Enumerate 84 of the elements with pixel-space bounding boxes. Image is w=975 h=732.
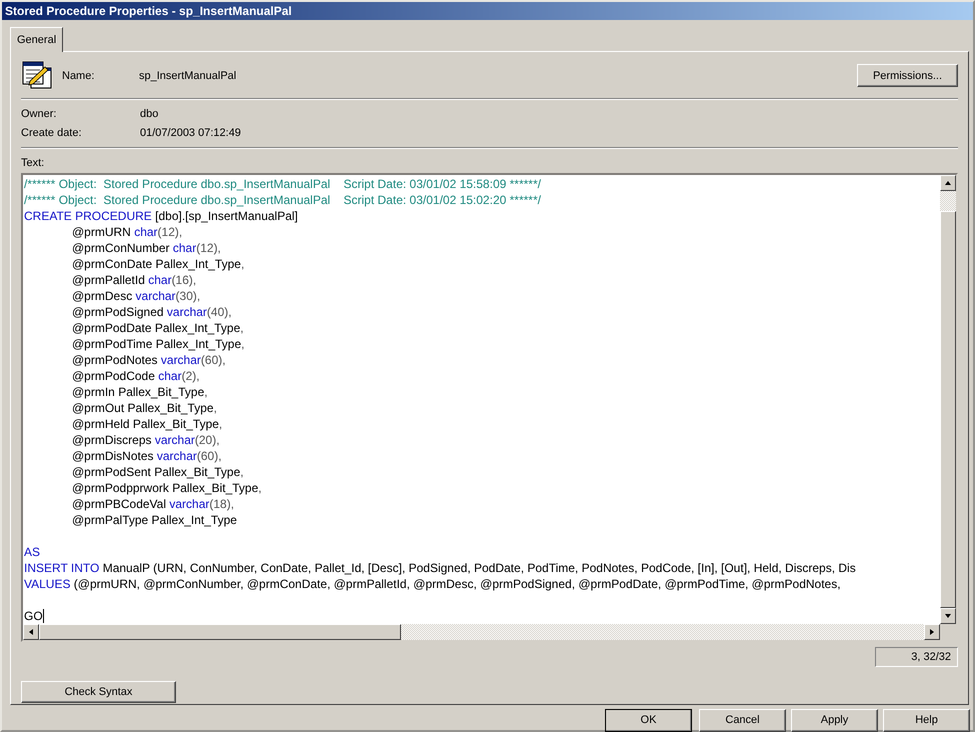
code-keyword: varchar (136, 288, 176, 304)
code-text: @prmConNumber (72, 240, 171, 256)
code-text: , (240, 256, 244, 272)
code-keyword: char (134, 224, 158, 240)
code-text: , (204, 384, 208, 400)
code-keyword: char (172, 240, 196, 256)
cursor-position: 3, 32/32 (875, 646, 958, 668)
code-text: (60), (196, 448, 222, 464)
scroll-up-button[interactable] (940, 174, 956, 191)
code-text: (60), (200, 352, 226, 368)
code-text: [dbo].[sp_InsertManualPal] (154, 208, 298, 224)
code-text: (20), (194, 432, 220, 448)
scroll-down-button[interactable] (940, 608, 956, 624)
code-text: GO (24, 608, 43, 624)
code-text: @prmDisNotes (72, 448, 155, 464)
scrollbar-thumb[interactable] (940, 210, 956, 608)
scrollbar-thumb[interactable] (39, 624, 401, 640)
code-text: , (258, 480, 262, 496)
code-keyword: char (158, 368, 182, 384)
dialog-button[interactable]: Help (883, 708, 970, 732)
name-value: sp_InsertManualPal (139, 68, 238, 84)
triangle-arrow-icon (929, 628, 935, 636)
triangle-arrow-icon (944, 180, 952, 186)
code-text: (18), (209, 496, 234, 512)
code-keyword: varchar (154, 432, 195, 448)
code-text: @prmHeld Pallex_Bit_Type (72, 416, 219, 432)
code-keyword: INSERT INTO (24, 560, 100, 576)
code-text: (@prmURN, @prmConNumber, @prmConDate, @prmPalletId, @prmDesc, @prmPodSigned, @prmPodDate, @prmPodTime, @prmPodNotes, (72, 576, 841, 592)
code-keyword: varchar (156, 448, 197, 464)
check-syntax-button[interactable]: Check Syntax (21, 681, 176, 704)
dialog-button[interactable]: OK (605, 708, 692, 732)
owner-label: Owner: (21, 106, 58, 122)
code-comment: /****** Object: Stored Procedure dbo.sp_InsertManualPal Script Date: 03/01/02 15:02:20 ******/ (24, 192, 541, 208)
code-text: @prmDiscreps (72, 432, 153, 448)
code-text: , (218, 416, 222, 432)
code-editor[interactable] (21, 172, 958, 642)
code-text: (16), (172, 272, 196, 288)
owner-value: dbo (140, 106, 158, 122)
code-text: @prmDesc (72, 288, 134, 304)
code-text: (40), (206, 304, 232, 320)
text-label: Text: (21, 156, 44, 172)
code-text: @prmPalType Pallex_Int_Type (72, 512, 237, 528)
code-keyword: varchar (169, 496, 210, 512)
code-text: @prmPalletId (72, 272, 146, 288)
create-date-label: Create date: (21, 126, 83, 142)
name-label: Name: (62, 68, 96, 84)
triangle-arrow-icon (944, 612, 952, 619)
permissions-button[interactable]: Permissions... (857, 64, 958, 88)
code-text: @prmPodCode (72, 368, 156, 384)
window-title: Stored Procedure Properties - sp_InsertManualPal (5, 3, 292, 20)
code-text: (30), (176, 288, 200, 304)
code-keyword: AS (24, 544, 40, 560)
code-keyword: char (148, 272, 172, 288)
code-text: ManualP (URN, ConNumber, ConDate, Pallet_Id, [Desc], PodSigned, PodDate, PodTime, PodNotes, PodCode, [In], [Out], Held, Discreps, Dis (102, 560, 856, 576)
dialog-button[interactable]: Cancel (699, 708, 786, 732)
code-text: @prmOut Pallex_Bit_Type (72, 400, 214, 416)
code-text: @prmPodSent Pallex_Bit_Type (72, 464, 240, 480)
code-text: @prmPodTime Pallex_Int_Type (72, 336, 242, 352)
code-text: @prmPodSigned (72, 304, 165, 320)
code-text: , (240, 320, 244, 336)
code-text: , (240, 464, 244, 480)
code-text: @prmPodpprwork Pallex_Bit_Type (72, 480, 258, 496)
code-text: @prmIn Pallex_Bit_Type (72, 384, 204, 400)
code-keyword: varchar (166, 304, 207, 320)
scroll-right-button[interactable] (924, 624, 940, 640)
create-date-value: 01/07/2003 07:12:49 (140, 126, 241, 142)
code-keyword: varchar (160, 352, 201, 368)
code-text: @prmConDate Pallex_Int_Type (72, 256, 241, 272)
dialog-button[interactable]: Apply (791, 708, 878, 732)
code-text: (12), (196, 240, 221, 256)
tab[interactable]: General (10, 27, 64, 52)
code-keyword: VALUES (24, 576, 70, 592)
code-text: @prmPodDate Pallex_Int_Type (72, 320, 240, 336)
code-text: (12), (158, 224, 182, 240)
code-text: @prmURN (72, 224, 132, 240)
code-text: @prmPBCodeVal (72, 496, 167, 512)
code-text: (2), (182, 368, 200, 384)
code-comment: /****** Object: Stored Procedure dbo.sp_InsertManualPal Script Date: 03/01/02 15:58:09 ******/ (24, 176, 541, 192)
code-text: , (214, 400, 217, 416)
scroll-left-button[interactable] (23, 624, 39, 640)
code-text: , (241, 336, 244, 352)
code-keyword: CREATE PROCEDURE (24, 208, 152, 224)
code-text: @prmPodNotes (72, 352, 159, 368)
triangle-arrow-icon (28, 628, 34, 636)
